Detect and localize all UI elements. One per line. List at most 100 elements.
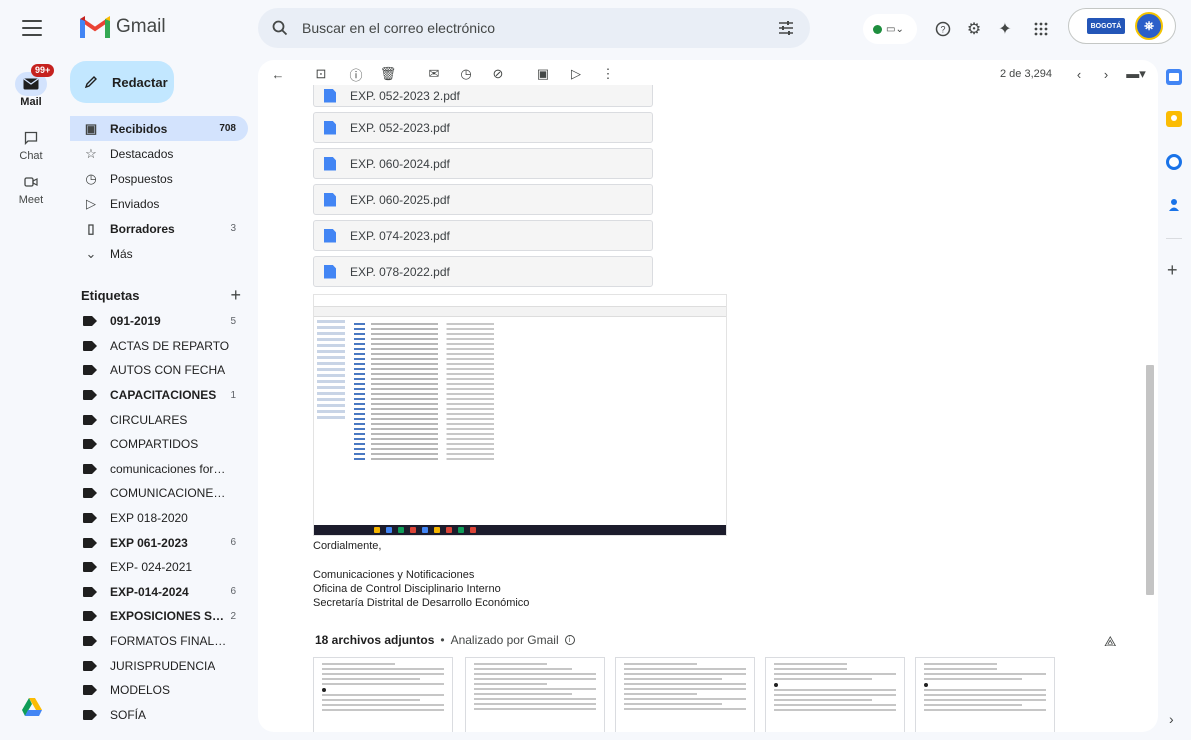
add-to-drive-icon[interactable]: ⟁: [1104, 633, 1120, 649]
rail-item-mail[interactable]: 99+ Mail: [0, 64, 62, 108]
labels-header: Etiquetas +: [81, 285, 241, 306]
pdf-attachment[interactable]: EXP. 078-2022.pdf: [313, 256, 653, 287]
get-addons-icon[interactable]: +: [1167, 260, 1178, 281]
contacts-icon[interactable]: [1166, 197, 1182, 213]
compose-button[interactable]: Redactar: [70, 61, 174, 103]
keep-notes-icon[interactable]: [1166, 111, 1182, 127]
search-bar[interactable]: Buscar en el correo electrónico: [258, 8, 810, 48]
avatar[interactable]: ⛯: [1135, 12, 1163, 40]
mark-unread-icon[interactable]: ✉: [426, 66, 442, 82]
label-tag-icon: [83, 463, 97, 474]
add-task-icon[interactable]: ⊘: [490, 66, 506, 82]
more-options-icon[interactable]: ⋮: [600, 66, 616, 82]
organization-logo: BOGOTÁ: [1087, 18, 1125, 34]
label-item[interactable]: CAPACITACIONES 1: [70, 383, 248, 408]
gmail-logo[interactable]: Gmail: [80, 16, 166, 38]
archive-icon[interactable]: ⊡: [313, 66, 329, 82]
rail-item-chat[interactable]: Chat: [0, 126, 62, 162]
label-item[interactable]: comunicaciones formato...: [70, 457, 248, 482]
attachment-thumbnail[interactable]: [915, 657, 1055, 732]
gemini-sparkle-icon[interactable]: ✦: [996, 20, 1014, 38]
back-arrow-icon[interactable]: ←: [270, 66, 286, 82]
label-item[interactable]: AUTOS CON FECHA: [70, 358, 248, 383]
label-item[interactable]: EXPOSICIONES SE... 2: [70, 604, 248, 629]
status-selector[interactable]: ▭⌄: [863, 14, 917, 44]
rail-item-meet[interactable]: Meet: [0, 170, 62, 206]
scanned-by-gmail-text: Analizado por Gmail: [450, 633, 559, 647]
search-options-icon[interactable]: [778, 20, 794, 36]
nav-label: Borradores: [110, 221, 175, 236]
label-item[interactable]: CIRCULARES: [70, 407, 248, 432]
show-side-panel-icon[interactable]: ›: [1169, 711, 1174, 727]
calendar-icon[interactable]: [1166, 69, 1182, 85]
older-chevron-icon[interactable]: ›: [1098, 66, 1114, 82]
pdf-attachment[interactable]: EXP. 060-2025.pdf: [313, 184, 653, 215]
main-menu-icon[interactable]: [22, 20, 42, 36]
side-panel-rail: + ›: [1158, 60, 1191, 740]
google-drive-icon[interactable]: [22, 698, 42, 716]
label-item[interactable]: COMUNICACIONES Y/O ...: [70, 481, 248, 506]
apps-grid-icon[interactable]: [1032, 20, 1050, 38]
label-tag-icon: [83, 660, 97, 671]
nav-item-snoozed[interactable]: ◷ Pospuestos: [70, 166, 248, 191]
nav-item-sent[interactable]: ▷ Enviados: [70, 191, 248, 216]
attachment-thumbnail[interactable]: [615, 657, 755, 732]
newer-chevron-icon[interactable]: ‹: [1071, 66, 1087, 82]
label-name: ACTAS DE REPARTO: [110, 338, 230, 353]
label-icon[interactable]: ▷: [568, 66, 584, 82]
delete-icon[interactable]: 🗑︎: [380, 66, 397, 82]
report-spam-icon[interactable]: ⓘ: [348, 66, 364, 83]
label-item[interactable]: 091-2019 5: [70, 309, 248, 334]
input-tools-icon[interactable]: ▬▾: [1124, 66, 1148, 82]
pdf-attachment[interactable]: EXP. 074-2023.pdf: [313, 220, 653, 251]
attachments-header: 18 archivos adjuntos • Analizado por Gma…: [315, 633, 575, 647]
nav-item-starred[interactable]: ☆ Destacados: [70, 141, 248, 166]
nav-label: Más: [110, 246, 133, 261]
info-icon[interactable]: i: [564, 635, 575, 645]
scrollbar-thumb[interactable]: [1146, 365, 1154, 595]
settings-gear-icon[interactable]: ⚙: [965, 20, 983, 38]
scrollbar[interactable]: [1144, 90, 1158, 732]
tasks-icon[interactable]: [1166, 154, 1182, 170]
nav-item-more[interactable]: ⌄ Más: [70, 241, 248, 266]
rail-meet-label: Meet: [18, 194, 44, 206]
label-name: EXPOSICIONES SE...: [110, 609, 230, 624]
unread-badge: 99+: [31, 64, 55, 77]
nav-item-drafts[interactable]: ▯ Borradores 3: [70, 216, 248, 241]
nav-item-inbox[interactable]: ▣ Recibidos 708: [70, 116, 248, 141]
label-item[interactable]: COMPARTIDOS: [70, 432, 248, 457]
pdf-file-icon: [324, 264, 336, 279]
label-item[interactable]: EXP- 024-2021: [70, 555, 248, 580]
pdf-file-icon: [324, 88, 336, 103]
add-label-icon[interactable]: +: [230, 285, 241, 306]
account-switcher[interactable]: BOGOTÁ ⛯: [1068, 8, 1176, 44]
attachment-thumbnail[interactable]: [465, 657, 605, 732]
label-item[interactable]: EXP 061-2023 6: [70, 530, 248, 555]
label-item[interactable]: FORMATOS FINALES PR...: [70, 629, 248, 654]
rail-mail-label: Mail: [20, 96, 42, 108]
label-name: MODELOS: [110, 683, 171, 698]
pdf-attachment[interactable]: EXP. 060-2024.pdf: [313, 148, 653, 179]
embedded-screenshot-image[interactable]: [313, 294, 727, 536]
attachment-thumbnails: [313, 657, 1073, 732]
label-name: SOFÍA: [110, 707, 147, 722]
attachment-thumbnail[interactable]: [313, 657, 453, 732]
label-item[interactable]: EXP-014-2024 6: [70, 580, 248, 605]
top-bar: Gmail Buscar en el correo electrónico ▭⌄…: [0, 0, 1191, 60]
snooze-icon[interactable]: ◷: [458, 66, 474, 82]
search-input[interactable]: Buscar en el correo electrónico: [302, 20, 495, 36]
help-icon[interactable]: ?: [934, 20, 952, 38]
label-item[interactable]: ACTAS DE REPARTO: [70, 334, 248, 359]
label-item[interactable]: EXP 018-2020: [70, 506, 248, 531]
pdf-attachment[interactable]: EXP. 052-2023 2.pdf: [313, 85, 653, 107]
label-item[interactable]: MODELOS: [70, 678, 248, 703]
attachment-thumbnail[interactable]: [765, 657, 905, 732]
label-item[interactable]: SOFÍA: [70, 703, 248, 728]
move-to-icon[interactable]: ▣: [535, 66, 551, 82]
label-item[interactable]: JURISPRUDENCIA: [70, 653, 248, 678]
label-name: FORMATOS FINALES PR...: [110, 634, 230, 649]
active-status-icon: [873, 24, 882, 34]
search-icon[interactable]: [272, 20, 288, 36]
email-signature: Cordialmente, Comunicaciones y Notificac…: [313, 539, 529, 610]
pdf-attachment[interactable]: EXP. 052-2023.pdf: [313, 112, 653, 143]
